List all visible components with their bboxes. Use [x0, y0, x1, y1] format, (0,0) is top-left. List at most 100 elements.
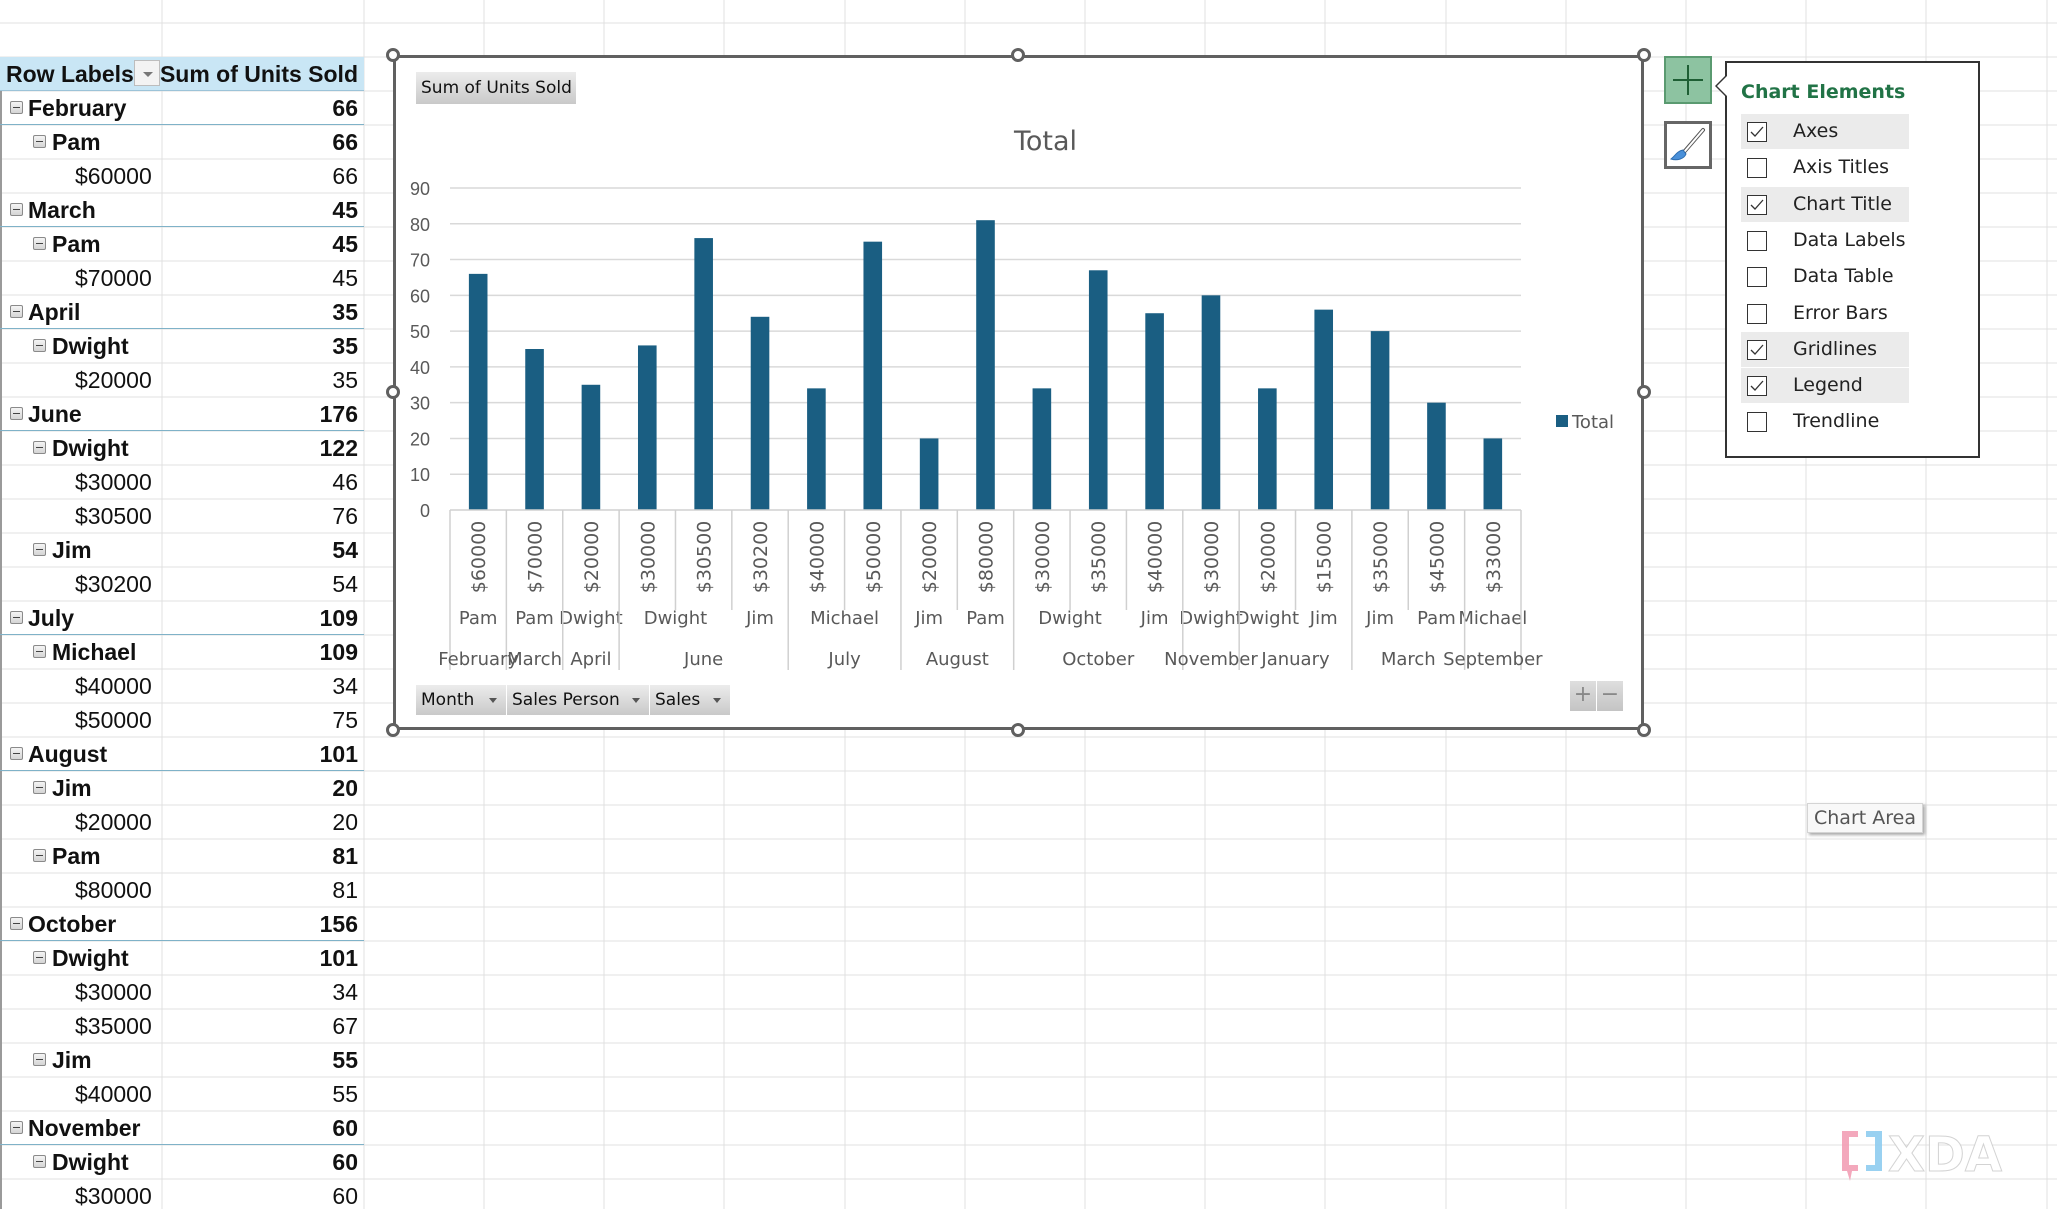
checkbox[interactable]: [1747, 194, 1767, 215]
field-button-sales[interactable]: Sales: [650, 685, 731, 715]
bar[interactable]: [525, 349, 544, 510]
chart-title[interactable]: Total: [1013, 126, 1077, 157]
chart-styles-button[interactable]: [1664, 121, 1712, 169]
pivot-row-salesperson[interactable]: Jim 54: [0, 533, 364, 567]
bar[interactable]: [1314, 309, 1334, 510]
collapse-toggle-icon[interactable]: [33, 441, 46, 454]
chart-element-data-labels[interactable]: Data Labels: [1741, 223, 1909, 258]
pivot-chart[interactable]: Total 0 10 20 30 40 50 60 70 80 90 $60000 $70000 $200…: [393, 55, 1644, 730]
pivot-row-sales[interactable]: $20000 20: [0, 805, 364, 839]
bar[interactable]: [976, 220, 995, 510]
value-field-button[interactable]: Sum of Units Sold: [416, 72, 576, 104]
resize-handle-top-right[interactable]: [1637, 48, 1651, 62]
chart-element-error-bars[interactable]: Error Bars: [1741, 296, 1909, 331]
bar[interactable]: [919, 438, 939, 510]
bar[interactable]: [1088, 270, 1108, 510]
pivot-row-sales[interactable]: $30000 34: [0, 975, 364, 1009]
pivot-row-salesperson[interactable]: Pam 66: [0, 125, 364, 159]
pivot-row-sales[interactable]: $40000 34: [0, 669, 364, 703]
pivot-row-sales[interactable]: $30000 46: [0, 465, 364, 499]
pivot-row-salesperson[interactable]: Pam 81: [0, 839, 364, 873]
bar[interactable]: [637, 345, 657, 510]
pivot-row-sales[interactable]: $70000 45: [0, 261, 364, 295]
collapse-toggle-icon[interactable]: [10, 1121, 23, 1134]
pivot-row-month[interactable]: June 176: [0, 397, 364, 431]
pivot-row-month[interactable]: November 60: [0, 1111, 364, 1145]
pivot-row-salesperson[interactable]: Dwight 60: [0, 1145, 364, 1179]
bar[interactable]: [1201, 295, 1221, 510]
chart-element-legend[interactable]: Legend: [1741, 368, 1909, 404]
row-labels-filter-dropdown[interactable]: [134, 60, 160, 86]
collapse-toggle-icon[interactable]: [33, 543, 46, 556]
bar[interactable]: [1032, 388, 1052, 510]
collapse-toggle-icon[interactable]: [33, 339, 46, 352]
collapse-toggle-icon[interactable]: [10, 305, 23, 318]
pivot-row-sales[interactable]: $80000 81: [0, 873, 364, 907]
bar[interactable]: [694, 238, 713, 511]
resize-handle-bottom-right[interactable]: [1637, 723, 1651, 737]
bar[interactable]: [1427, 402, 1446, 510]
chart-element-axes[interactable]: Axes: [1741, 114, 1909, 149]
bar[interactable]: [581, 384, 601, 510]
field-button-month[interactable]: Month: [416, 685, 507, 715]
pivot-row-month[interactable]: August 101: [0, 737, 364, 771]
bar[interactable]: [1258, 388, 1277, 510]
bar[interactable]: [1483, 438, 1503, 510]
resize-handle-top-left[interactable]: [386, 48, 400, 62]
collapse-toggle-icon[interactable]: [33, 781, 46, 794]
pivot-row-month[interactable]: March 45: [0, 193, 364, 227]
chart-element-data-table[interactable]: Data Table: [1741, 259, 1909, 294]
pivot-row-salesperson[interactable]: Michael 109: [0, 635, 364, 669]
pivot-row-sales[interactable]: $35000 67: [0, 1009, 364, 1043]
chart-element-trendline[interactable]: Trendline: [1741, 404, 1909, 439]
chart-element-axis-titles[interactable]: Axis Titles: [1741, 150, 1909, 185]
bar[interactable]: [468, 273, 488, 510]
pivot-row-month[interactable]: February 66: [0, 91, 364, 125]
pivot-row-sales[interactable]: $40000 55: [0, 1077, 364, 1111]
pivot-row-salesperson[interactable]: Dwight 122: [0, 431, 364, 465]
chart-element-gridlines[interactable]: Gridlines: [1741, 331, 1909, 367]
collapse-toggle-icon[interactable]: [33, 645, 46, 658]
pivot-row-salesperson[interactable]: Pam 45: [0, 227, 364, 261]
collapse-toggle-icon[interactable]: [10, 747, 23, 760]
collapse-toggle-icon[interactable]: [10, 407, 23, 420]
pivot-row-salesperson[interactable]: Jim 20: [0, 771, 364, 805]
collapse-toggle-icon[interactable]: [33, 1053, 46, 1066]
pivot-row-salesperson[interactable]: Dwight 101: [0, 941, 364, 975]
resize-handle-top[interactable]: [1011, 48, 1025, 62]
pivot-row-sales[interactable]: $30200 54: [0, 567, 364, 601]
field-button-sales-person[interactable]: Sales Person: [507, 685, 650, 715]
pivot-row-sales[interactable]: $50000 75: [0, 703, 364, 737]
bar[interactable]: [863, 241, 883, 510]
pivot-row-sales[interactable]: $30500 76: [0, 499, 364, 533]
bar[interactable]: [807, 388, 826, 510]
collapse-toggle-icon[interactable]: [10, 611, 23, 624]
bar[interactable]: [1370, 331, 1390, 510]
checkbox[interactable]: [1747, 230, 1767, 251]
expand-field-button[interactable]: +: [1570, 681, 1596, 711]
checkbox[interactable]: [1747, 412, 1767, 433]
collapse-toggle-icon[interactable]: [10, 203, 23, 216]
chart-elements-button[interactable]: [1664, 56, 1712, 104]
checkbox[interactable]: [1747, 376, 1767, 397]
collapse-field-button[interactable]: −: [1597, 681, 1623, 711]
checkbox[interactable]: [1747, 303, 1767, 324]
pivot-row-month[interactable]: July 109: [0, 601, 364, 635]
pivot-row-month[interactable]: April 35: [0, 295, 364, 329]
collapse-toggle-icon[interactable]: [10, 101, 23, 114]
pivot-row-salesperson[interactable]: Dwight 35: [0, 329, 364, 363]
resize-handle-left[interactable]: [386, 385, 400, 399]
resize-handle-bottom-left[interactable]: [386, 723, 400, 737]
collapse-toggle-icon[interactable]: [33, 849, 46, 862]
collapse-toggle-icon[interactable]: [33, 1155, 46, 1168]
pivot-row-sales[interactable]: $60000 66: [0, 159, 364, 193]
checkbox[interactable]: [1747, 158, 1767, 179]
chart-canvas[interactable]: Total 0 10 20 30 40 50 60 70 80 90 $60000 $70000 $200…: [396, 58, 1641, 727]
collapse-toggle-icon[interactable]: [33, 135, 46, 148]
collapse-toggle-icon[interactable]: [33, 237, 46, 250]
checkbox[interactable]: [1747, 339, 1767, 360]
pivot-row-month[interactable]: October 156: [0, 907, 364, 941]
pivot-row-salesperson[interactable]: Jim 55: [0, 1043, 364, 1077]
collapse-toggle-icon[interactable]: [33, 951, 46, 964]
resize-handle-bottom[interactable]: [1011, 723, 1025, 737]
